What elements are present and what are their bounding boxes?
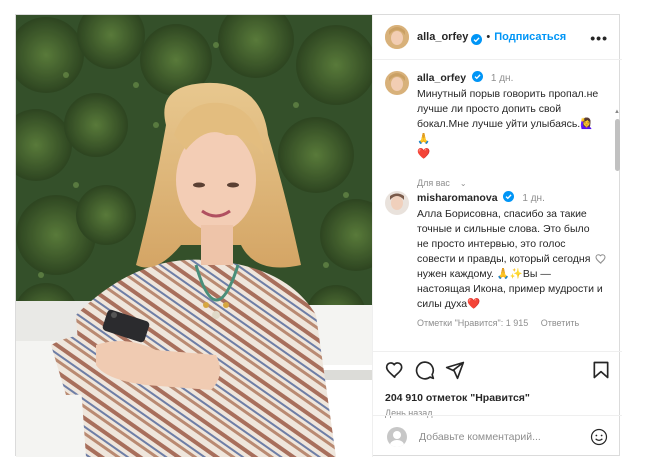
follow-button[interactable]: Подписаться — [494, 31, 566, 43]
avatar[interactable] — [385, 25, 409, 49]
comment-heart-icon[interactable] — [595, 253, 607, 265]
caption-text: Минутный порыв говорить пропал.не лучше … — [417, 88, 599, 160]
comment-username[interactable]: misharomanova — [417, 192, 498, 204]
verified-icon — [471, 71, 483, 82]
post-side-panel: alla_orfey • Подписаться ••• alla_orfey … — [372, 15, 622, 457]
post-photo[interactable] — [16, 15, 372, 457]
heart-emoji: ❤️ — [417, 148, 431, 160]
verified-icon — [471, 32, 483, 45]
caption-avatar[interactable] — [385, 71, 409, 95]
translation-toggle[interactable]: Для вас ⌄ — [417, 178, 603, 188]
likes-count[interactable]: 204 910 отметок "Нравится" — [385, 392, 530, 404]
emoji-icon[interactable] — [590, 428, 608, 446]
comments-list[interactable]: alla_orfey 1 дн. Минутный порыв говорить… — [373, 61, 622, 351]
verified-icon — [503, 191, 515, 202]
share-icon[interactable] — [445, 360, 465, 380]
more-options-icon[interactable]: ••• — [590, 30, 608, 46]
add-comment-bar — [373, 415, 622, 457]
comment-icon[interactable] — [415, 360, 435, 380]
caption-username[interactable]: alla_orfey — [417, 72, 466, 84]
comment-likes[interactable]: Отметки "Нравится": 1 915 — [417, 318, 528, 328]
scrollbar[interactable] — [615, 119, 620, 171]
comment-time[interactable]: 1 дн. — [522, 193, 544, 204]
separator-dot: • — [486, 31, 491, 43]
caption-time[interactable]: 1 дн. — [491, 73, 513, 84]
comment-item: misharomanova 1 дн. Алла Борисовна, спас… — [385, 191, 606, 328]
header-username[interactable]: alla_orfey — [417, 31, 468, 43]
comment-text: Алла Борисовна, спасибо за такие точные … — [417, 208, 603, 310]
caption: alla_orfey 1 дн. Минутный порыв говорить… — [385, 71, 603, 188]
comment-input[interactable] — [419, 430, 584, 443]
bookmark-icon[interactable] — [591, 360, 611, 380]
scroll-up-arrow[interactable]: ▲ — [614, 109, 620, 115]
post-header: alla_orfey • Подписаться ••• — [373, 15, 622, 60]
heart-icon[interactable] — [385, 360, 405, 380]
reply-button[interactable]: Ответить — [541, 318, 579, 328]
comment-meta: Отметки "Нравится": 1 915 Ответить — [417, 318, 603, 328]
current-user-avatar — [387, 426, 407, 447]
instagram-post: alla_orfey • Подписаться ••• alla_orfey … — [15, 14, 622, 457]
comment-avatar[interactable] — [385, 191, 409, 215]
